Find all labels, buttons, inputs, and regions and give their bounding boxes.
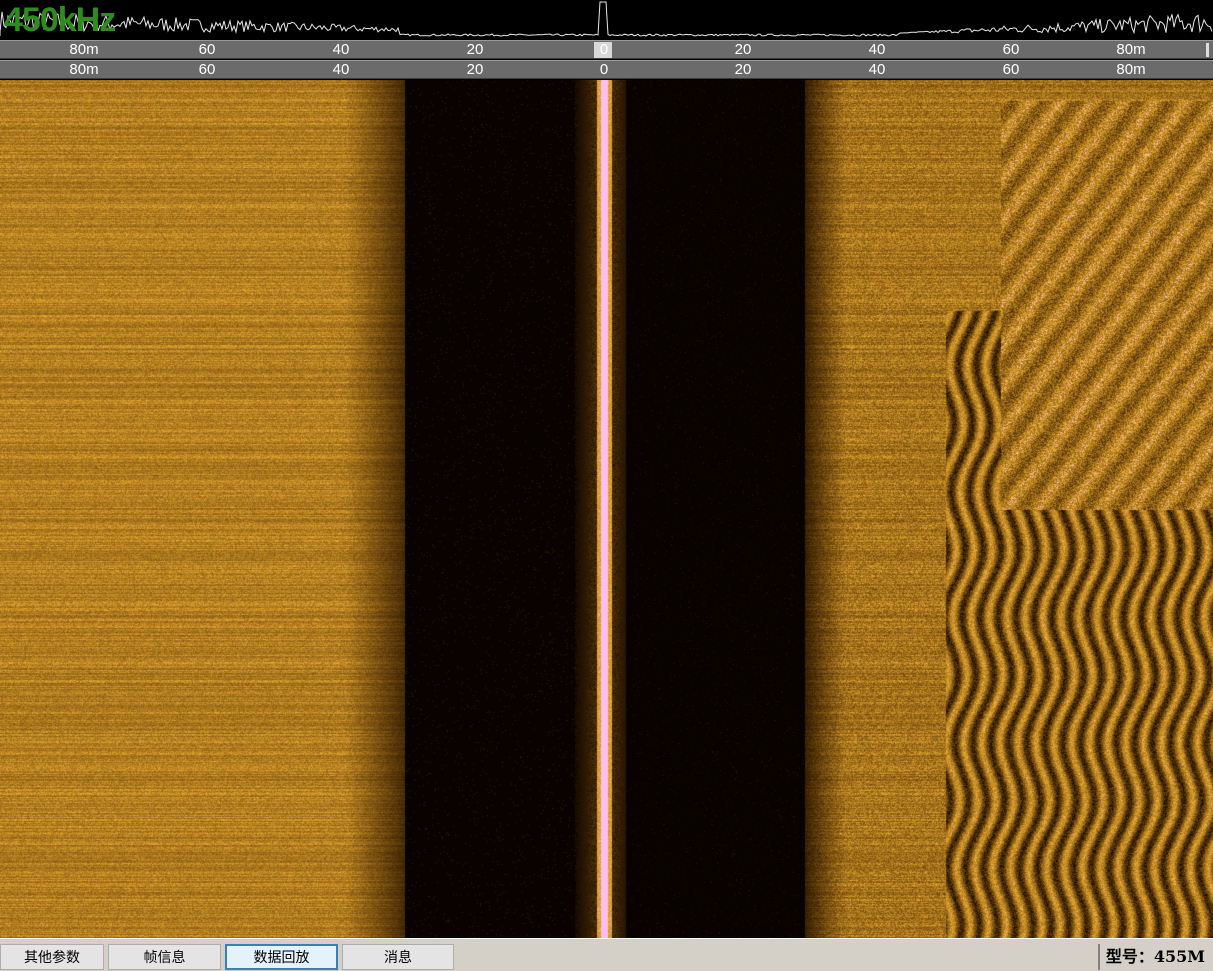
range-scale-bottom: 80m 60 40 20 0 20 40 60 80m [0,60,1213,79]
scale-tick: 60 [198,41,216,58]
scale-tick: 80m [69,61,99,78]
frequency-label: 450kHz [4,1,116,39]
scale-tick: 60 [1002,61,1020,78]
scale-tick: 20 [466,41,484,58]
scale-tick: 80m [1116,41,1146,58]
tab-frame-info[interactable]: 帧信息 [108,944,221,970]
scale-end-cap [1206,43,1209,57]
scale-tick: 80m [1116,61,1146,78]
scale-tick: 40 [332,41,350,58]
scale-tick: 60 [1002,41,1020,58]
model-label: 型号：455M [1097,944,1205,970]
scale-tick: 40 [332,61,350,78]
scale-tick: 20 [466,61,484,78]
scale-tick: 80m [69,41,99,58]
status-bar: 其他参数 帧信息 数据回放 消息 型号：455M [0,938,1213,971]
scale-tick: 40 [868,41,886,58]
scale-tick: 0 [599,61,609,78]
scale-tick: 20 [734,41,752,58]
scale-tick: 40 [868,61,886,78]
tab-data-playback[interactable]: 数据回放 [225,944,338,970]
sonar-waterfall-view[interactable] [0,80,1213,938]
waveform-trace [0,1,1213,37]
scale-tick: 20 [734,61,752,78]
tab-messages[interactable]: 消息 [342,944,454,970]
amplitude-waveform: 450kHz [0,0,1213,40]
range-scale-top: 80m 60 40 20 0 20 40 60 80m [0,40,1213,59]
tab-other-params[interactable]: 其他参数 [0,944,104,970]
sonar-image[interactable] [0,80,1213,938]
scale-tick: 60 [198,61,216,78]
scale-tick: 0 [599,41,609,58]
